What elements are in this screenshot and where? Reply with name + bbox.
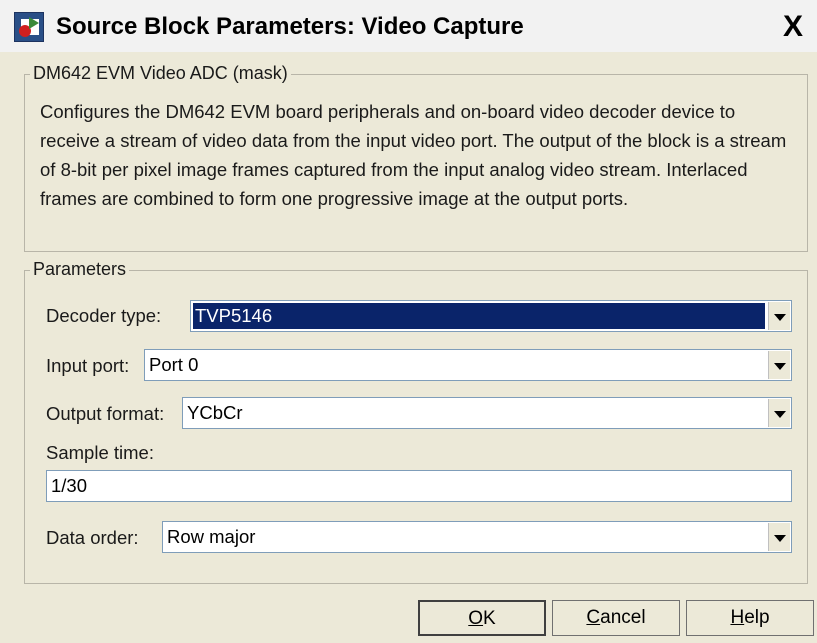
parameters-group-label: Parameters	[30, 259, 130, 280]
window-title: Source Block Parameters: Video Capture	[56, 13, 524, 40]
input-port-value: Port 0	[149, 354, 199, 375]
dialog-window: Source Block Parameters: Video Capture X…	[0, 0, 817, 643]
chevron-down-icon[interactable]	[768, 399, 790, 427]
sample-time-value: 1/30	[51, 475, 88, 496]
input-port-select[interactable]: Port 0	[144, 349, 792, 381]
help-button[interactable]: Help	[686, 600, 814, 636]
chevron-down-icon[interactable]	[768, 351, 790, 379]
close-icon[interactable]: X	[776, 10, 810, 44]
data-order-value: Row major	[167, 526, 256, 547]
decoder-type-label: Decoder type:	[46, 305, 162, 326]
simulink-block-icon	[14, 12, 44, 42]
mask-group-label: DM642 EVM Video ADC (mask)	[30, 63, 291, 84]
ok-button[interactable]: OK	[418, 600, 546, 636]
sample-time-input[interactable]: 1/30	[46, 470, 792, 502]
data-order-select[interactable]: Row major	[162, 521, 792, 553]
chevron-down-icon[interactable]	[768, 302, 790, 330]
mask-description: Configures the DM642 EVM board periphera…	[40, 101, 787, 209]
cancel-button[interactable]: Cancel	[552, 600, 680, 636]
data-order-label: Data order:	[46, 527, 139, 548]
decoder-type-select[interactable]: TVP5146	[190, 300, 792, 332]
input-port-label: Input port:	[46, 355, 130, 376]
output-format-label: Output format:	[46, 403, 165, 424]
decoder-type-value: TVP5146	[193, 303, 765, 329]
output-format-select[interactable]: YCbCr	[182, 397, 792, 429]
output-format-value: YCbCr	[187, 402, 243, 423]
chevron-down-icon[interactable]	[768, 523, 790, 551]
title-bar: Source Block Parameters: Video Capture X	[0, 0, 817, 52]
sample-time-label: Sample time:	[46, 442, 154, 463]
